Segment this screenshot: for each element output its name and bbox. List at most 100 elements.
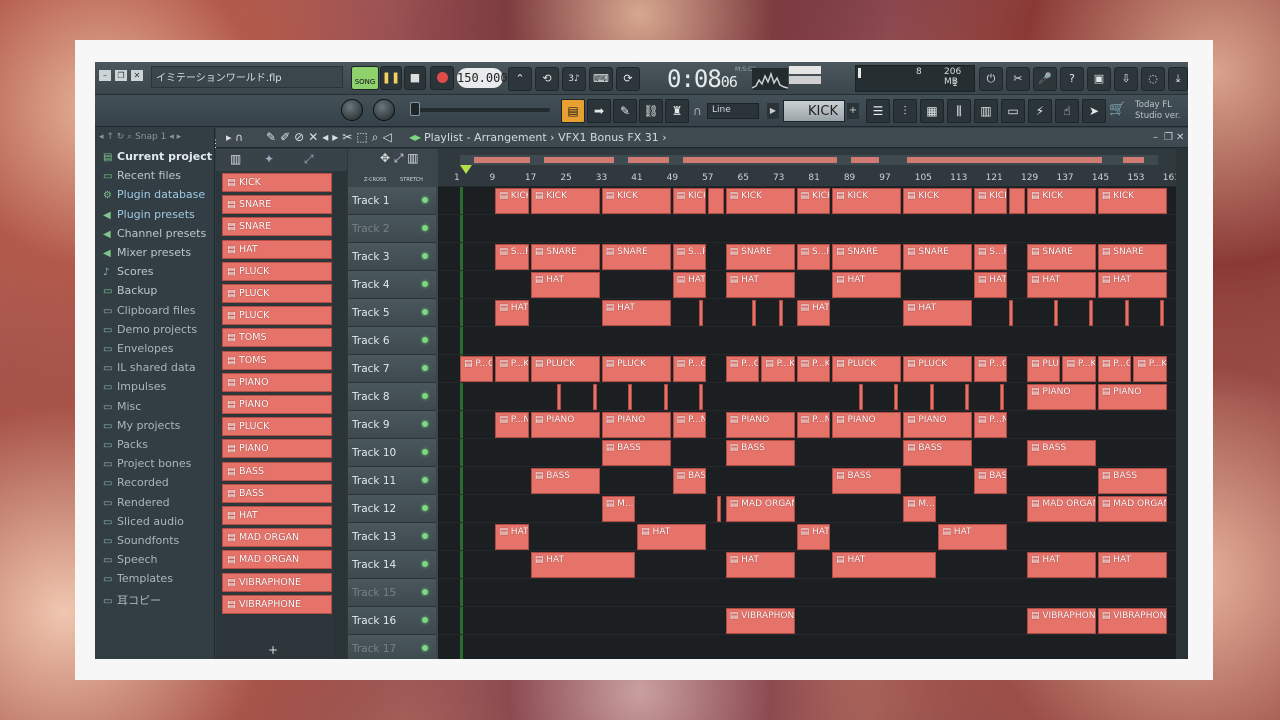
playback-tool-icon[interactable]: ◁	[382, 130, 395, 144]
pattern-clip[interactable]: ▤ BASS	[1027, 440, 1096, 466]
tempo-tapper-icon[interactable]: ☝	[1055, 99, 1079, 123]
pattern-clip[interactable]: ▤ P...NO	[796, 412, 831, 438]
pattern-item[interactable]: ▤ HAT	[222, 506, 332, 525]
vertical-scrollbar[interactable]	[1176, 149, 1188, 659]
pattern-item[interactable]: ▤ PLUCK	[222, 261, 332, 281]
pattern-clip[interactable]: ▤ P...K	[761, 356, 795, 382]
browser-item-10[interactable]: ▭ Demo projects	[103, 323, 197, 336]
pattern-clip[interactable]: ▤ BASS	[725, 440, 795, 466]
browser-item-2[interactable]: ▭ Recent files	[103, 169, 181, 182]
master-pitch-slider[interactable]	[413, 108, 550, 112]
stop-button[interactable]: ■	[404, 66, 426, 90]
pattern-clip[interactable]: ▤ PIANO	[530, 412, 600, 438]
mixer-icon[interactable]: ⫼	[947, 99, 971, 123]
brush-icon[interactable]: ✎	[613, 99, 637, 123]
pattern-clip[interactable]: ▤ HAT	[1097, 272, 1167, 298]
pattern-clip[interactable]: ▤ PIANO	[1097, 384, 1167, 410]
master-volume-knob[interactable]	[341, 99, 363, 121]
pattern-clip[interactable]: ▤ PLUCK	[1027, 356, 1061, 382]
pattern-clip[interactable]: ▤ BASS	[1097, 468, 1167, 494]
channel-rack-icon[interactable]: ▦	[920, 99, 944, 123]
snap-mode-select[interactable]: Line	[707, 103, 759, 119]
pattern-clip[interactable]: ▤ P...CK	[672, 356, 707, 382]
pattern-clip[interactable]: ▤ P...CK	[973, 356, 1008, 382]
pattern-clip[interactable]: ▤ PIANO	[601, 412, 671, 438]
pattern-clip[interactable]: ▤ HAT	[530, 272, 600, 298]
pattern-clip[interactable]: ▤ MAD ORGAN	[1027, 496, 1096, 522]
pattern-clip[interactable]: ▤ P...K	[1062, 356, 1096, 382]
track-mute-led[interactable]	[422, 197, 428, 203]
browser-item-22[interactable]: ▭ Speech	[103, 553, 158, 566]
pattern-clip[interactable]	[708, 188, 724, 214]
stamp-icon[interactable]: ♜	[665, 99, 689, 123]
track-header[interactable]: Track 12	[348, 495, 436, 523]
slip-tool-icon[interactable]: ◂▸	[322, 130, 342, 144]
track-header[interactable]: Track 8	[348, 383, 436, 411]
pattern-clip[interactable]: ▤ PLUCK	[601, 356, 671, 382]
pattern-clip[interactable]: ▤ HAT	[637, 524, 707, 550]
pattern-clip[interactable]: ▤ KICK	[796, 188, 831, 214]
track-mute-led[interactable]	[422, 365, 428, 371]
track-mute-led[interactable]	[422, 337, 428, 343]
playhead-marker-icon[interactable]	[460, 165, 472, 174]
loop-record-icon[interactable]: ⟲	[535, 67, 559, 91]
browser-item-20[interactable]: ▭ Sliced audio	[103, 515, 184, 528]
pattern-clip[interactable]: ▤ HAT	[796, 300, 831, 326]
pattern-clip[interactable]: ▤ HAT	[903, 300, 972, 326]
magnet-icon[interactable]: ∩	[693, 104, 702, 118]
arrangement-grid[interactable]: 1 9 17 25 33 41 49 57 65 73 81 89 97 105 113 121 129 137 1…	[438, 149, 1176, 659]
browser-item-16[interactable]: ▭ Packs	[103, 438, 148, 451]
track-mute-led[interactable]	[422, 589, 428, 595]
pattern-clip[interactable]: ▤ KICK	[1097, 188, 1167, 214]
pattern-clip[interactable]: ▤ HAT	[973, 272, 1008, 298]
link-icon[interactable]: ⛓	[639, 99, 663, 123]
pattern-clip[interactable]: ▤ KICK	[1027, 188, 1096, 214]
browser-item-7[interactable]: ♪ Scores	[103, 265, 154, 278]
pattern-item[interactable]: ▤ SNARE	[222, 195, 332, 215]
mini-clip[interactable]	[929, 384, 934, 410]
track-mute-led[interactable]	[422, 281, 428, 287]
mute-tool-icon[interactable]: ✕	[308, 130, 322, 144]
mini-clip[interactable]	[1159, 300, 1164, 326]
piano-roll-icon[interactable]: ▤	[561, 99, 585, 123]
song-mode-button[interactable]: SONG	[351, 66, 379, 90]
song-overview[interactable]	[460, 155, 1158, 165]
pattern-clip[interactable]: ▤ P...K	[796, 356, 831, 382]
browser-item-8[interactable]: ▭ Backup	[103, 284, 157, 297]
pattern-item[interactable]: ▤ PIANO	[222, 372, 332, 392]
pattern-clip[interactable]: ▤ MAD ORGAN	[1097, 496, 1167, 522]
pattern-clip[interactable]: ▤ VIBRAPHONE	[1097, 608, 1167, 634]
pattern-clip[interactable]: ▤ KICK	[832, 188, 901, 214]
browser-item-15[interactable]: ▭ My projects	[103, 419, 180, 432]
mini-clip[interactable]	[965, 384, 970, 410]
browser-item-9[interactable]: ▭ Clipboard files	[103, 304, 196, 317]
playlist-menu-icon[interactable]: ▸ ∩	[226, 131, 243, 144]
render-icon[interactable]: ⇩	[1114, 67, 1138, 91]
pattern-clip[interactable]: ▤ HAT	[938, 524, 1008, 550]
browser-item-6[interactable]: ◀ Mixer presets	[103, 246, 191, 259]
picker-scrollbar[interactable]	[334, 171, 346, 659]
mini-clip[interactable]	[663, 384, 668, 410]
pattern-clip[interactable]: ▤ S...RE	[672, 244, 707, 270]
pattern-clip[interactable]: ▤ BASS	[973, 468, 1008, 494]
pattern-clip[interactable]: ▤ HAT	[530, 552, 636, 578]
microphone-icon[interactable]: 🎤	[1033, 67, 1057, 91]
track-header[interactable]: Track 2	[348, 215, 436, 243]
minimize-icon[interactable]: –	[99, 70, 111, 81]
pattern-clip[interactable]: ▤ SNARE	[1027, 244, 1096, 270]
track-header[interactable]: Track 14	[348, 551, 436, 579]
pattern-clip[interactable]: ▤ KICK	[530, 188, 600, 214]
pattern-clip[interactable]: ▤ S...RE	[973, 244, 1008, 270]
browser-item-1[interactable]: ▤ Current project	[103, 150, 212, 163]
pattern-item[interactable]: ▤ KICK	[222, 173, 332, 192]
save-icon[interactable]: ▣	[1087, 67, 1111, 91]
mini-clip[interactable]	[778, 300, 783, 326]
mini-clip[interactable]	[752, 300, 757, 326]
pattern-clip[interactable]: ▤ HAT	[1027, 552, 1096, 578]
stretch-label[interactable]: STRETCH	[400, 177, 423, 183]
pattern-clip[interactable]: ▤ KICK	[725, 188, 795, 214]
arrow-right-icon[interactable]: ➡	[587, 99, 611, 123]
pattern-clip[interactable]: ▤ HAT	[1097, 552, 1167, 578]
pattern-clip[interactable]: ▤ P...CK	[1097, 356, 1132, 382]
pattern-clip[interactable]: ▤ HAT	[672, 272, 707, 298]
